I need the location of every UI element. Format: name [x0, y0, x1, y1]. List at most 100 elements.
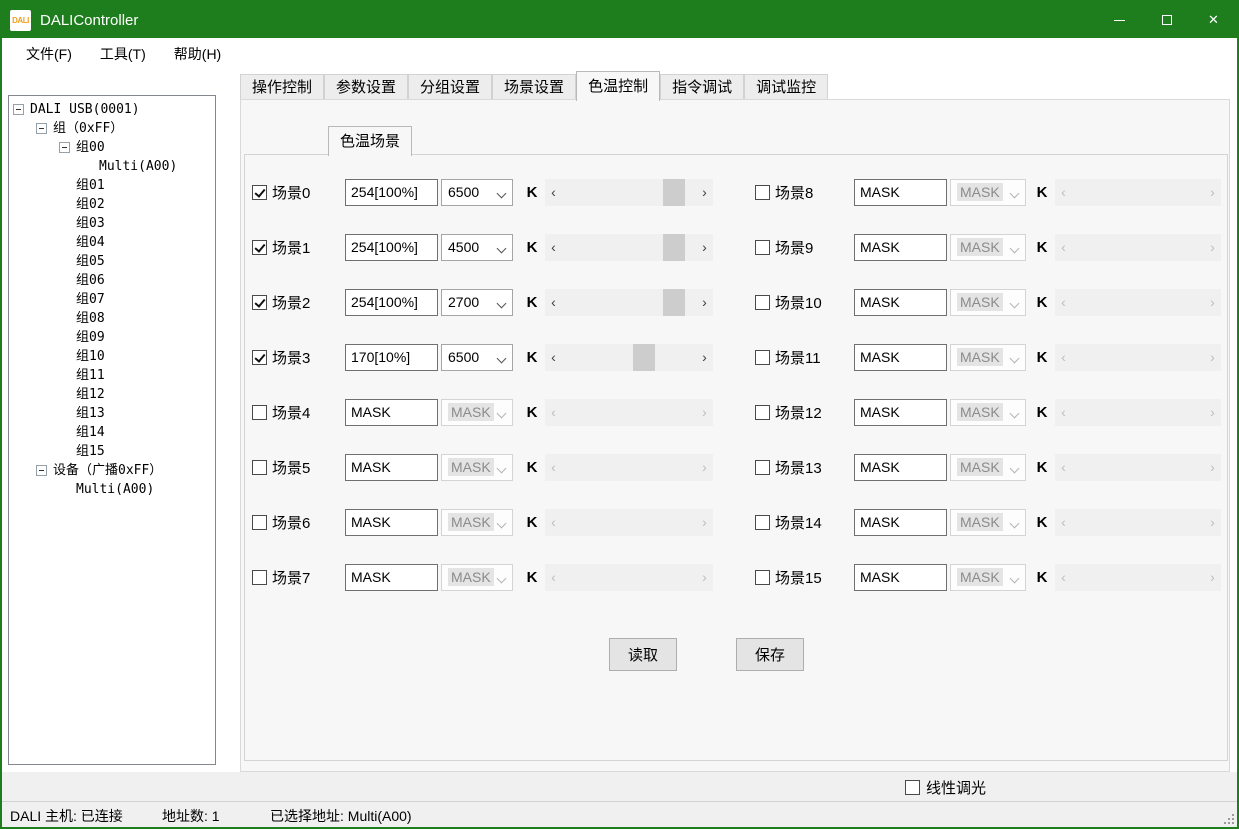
scene-brightness-input[interactable]: [345, 564, 438, 591]
scene-brightness-input[interactable]: [854, 564, 947, 591]
scene-brightness-input[interactable]: [854, 179, 947, 206]
scene-brightness-input[interactable]: [854, 454, 947, 481]
tree-node[interactable]: 组03: [9, 214, 215, 233]
scroll-right-icon[interactable]: ›: [696, 344, 713, 371]
scrollbar-thumb[interactable]: [663, 179, 685, 206]
scene-brightness-input[interactable]: [854, 289, 947, 316]
collapse-icon[interactable]: [36, 465, 47, 476]
scene-enable-checkbox[interactable]: [755, 350, 770, 365]
scene-enable-checkbox[interactable]: [252, 240, 267, 255]
scene-enable-checkbox[interactable]: [252, 570, 267, 585]
tab-指令调试[interactable]: 指令调试: [660, 74, 744, 100]
scene-temp-select[interactable]: 2700: [441, 289, 513, 316]
tab-色温控制[interactable]: 色温控制: [576, 71, 660, 101]
scene-enable-checkbox[interactable]: [252, 515, 267, 530]
tree-node[interactable]: 组（0xFF）: [9, 119, 215, 138]
scene-brightness-scrollbar[interactable]: ‹›: [545, 179, 713, 206]
scene-temp-select[interactable]: MASK: [950, 289, 1026, 316]
maximize-button[interactable]: [1143, 2, 1190, 38]
scene-temp-select[interactable]: MASK: [441, 454, 513, 481]
scroll-left-icon[interactable]: ‹: [545, 179, 562, 206]
tab-操作控制[interactable]: 操作控制: [240, 74, 324, 100]
scene-brightness-input[interactable]: [345, 344, 438, 371]
linear-dimming-checkbox[interactable]: [905, 780, 920, 795]
scene-temp-select[interactable]: MASK: [950, 344, 1026, 371]
scene-temp-select[interactable]: 6500: [441, 344, 513, 371]
scroll-right-icon[interactable]: ›: [696, 234, 713, 261]
tab-参数设置[interactable]: 参数设置: [324, 74, 408, 100]
scroll-left-icon[interactable]: ‹: [545, 344, 562, 371]
collapse-icon[interactable]: [59, 142, 70, 153]
tree-node[interactable]: 组11: [9, 366, 215, 385]
scene-brightness-input[interactable]: [345, 234, 438, 261]
scroll-left-icon[interactable]: ‹: [545, 234, 562, 261]
scene-brightness-input[interactable]: [345, 454, 438, 481]
scene-temp-select[interactable]: MASK: [950, 179, 1026, 206]
scene-temp-select[interactable]: MASK: [950, 234, 1026, 261]
scene-enable-checkbox[interactable]: [755, 240, 770, 255]
scroll-right-icon[interactable]: ›: [696, 289, 713, 316]
tree-node[interactable]: 组12: [9, 385, 215, 404]
tree-node[interactable]: 组06: [9, 271, 215, 290]
linear-dimming-option[interactable]: 线性调光: [905, 777, 986, 798]
scene-enable-checkbox[interactable]: [755, 185, 770, 200]
scene-brightness-input[interactable]: [854, 399, 947, 426]
scene-enable-checkbox[interactable]: [252, 405, 267, 420]
tab-分组设置[interactable]: 分组设置: [408, 74, 492, 100]
scene-brightness-scrollbar[interactable]: ‹›: [545, 289, 713, 316]
scene-temp-select[interactable]: MASK: [950, 454, 1026, 481]
scene-brightness-input[interactable]: [345, 399, 438, 426]
scene-brightness-input[interactable]: [854, 509, 947, 536]
tree-node[interactable]: 组01: [9, 176, 215, 195]
tree-node[interactable]: 组09: [9, 328, 215, 347]
scene-enable-checkbox[interactable]: [755, 515, 770, 530]
scrollbar-thumb[interactable]: [663, 234, 685, 261]
scene-enable-checkbox[interactable]: [755, 570, 770, 585]
scene-temp-select[interactable]: 4500: [441, 234, 513, 261]
scene-brightness-scrollbar[interactable]: ‹›: [545, 344, 713, 371]
scene-brightness-input[interactable]: [854, 234, 947, 261]
subtab-色温场景[interactable]: 色温场景: [328, 126, 412, 156]
scene-temp-select[interactable]: 6500: [441, 179, 513, 206]
tab-场景设置[interactable]: 场景设置: [492, 74, 576, 100]
tree-node[interactable]: 组13: [9, 404, 215, 423]
scene-brightness-input[interactable]: [345, 509, 438, 536]
scene-temp-select[interactable]: MASK: [950, 509, 1026, 536]
scene-temp-select[interactable]: MASK: [950, 399, 1026, 426]
save-button[interactable]: 保存: [736, 638, 804, 671]
scene-brightness-input[interactable]: [854, 344, 947, 371]
scroll-left-icon[interactable]: ‹: [545, 289, 562, 316]
tree-node[interactable]: 组08: [9, 309, 215, 328]
tree-node[interactable]: DALI USB(0001): [9, 100, 215, 119]
tree-node[interactable]: 组14: [9, 423, 215, 442]
scene-enable-checkbox[interactable]: [252, 460, 267, 475]
tree-node[interactable]: Multi(A00): [9, 157, 215, 176]
menu-item-2[interactable]: 帮助(H): [160, 38, 235, 70]
resize-grip[interactable]: [1222, 812, 1234, 824]
tree-node[interactable]: 组04: [9, 233, 215, 252]
scene-brightness-scrollbar[interactable]: ‹›: [545, 234, 713, 261]
scene-enable-checkbox[interactable]: [755, 295, 770, 310]
minimize-button[interactable]: [1096, 2, 1143, 38]
scene-brightness-input[interactable]: [345, 179, 438, 206]
scene-temp-select[interactable]: MASK: [950, 564, 1026, 591]
scene-temp-select[interactable]: MASK: [441, 399, 513, 426]
scrollbar-thumb[interactable]: [633, 344, 655, 371]
menu-item-1[interactable]: 工具(T): [86, 38, 160, 70]
tree-node[interactable]: 组05: [9, 252, 215, 271]
tree-node[interactable]: 组15: [9, 442, 215, 461]
scene-enable-checkbox[interactable]: [252, 350, 267, 365]
scene-enable-checkbox[interactable]: [252, 295, 267, 310]
close-button[interactable]: ✕: [1190, 2, 1237, 38]
read-button[interactable]: 读取: [609, 638, 677, 671]
tree-node[interactable]: 组07: [9, 290, 215, 309]
scene-enable-checkbox[interactable]: [252, 185, 267, 200]
scrollbar-thumb[interactable]: [663, 289, 685, 316]
tree-node[interactable]: 组02: [9, 195, 215, 214]
tree-node[interactable]: Multi(A00): [9, 480, 215, 499]
scene-brightness-input[interactable]: [345, 289, 438, 316]
collapse-icon[interactable]: [36, 123, 47, 134]
scene-enable-checkbox[interactable]: [755, 405, 770, 420]
scene-temp-select[interactable]: MASK: [441, 509, 513, 536]
scene-enable-checkbox[interactable]: [755, 460, 770, 475]
